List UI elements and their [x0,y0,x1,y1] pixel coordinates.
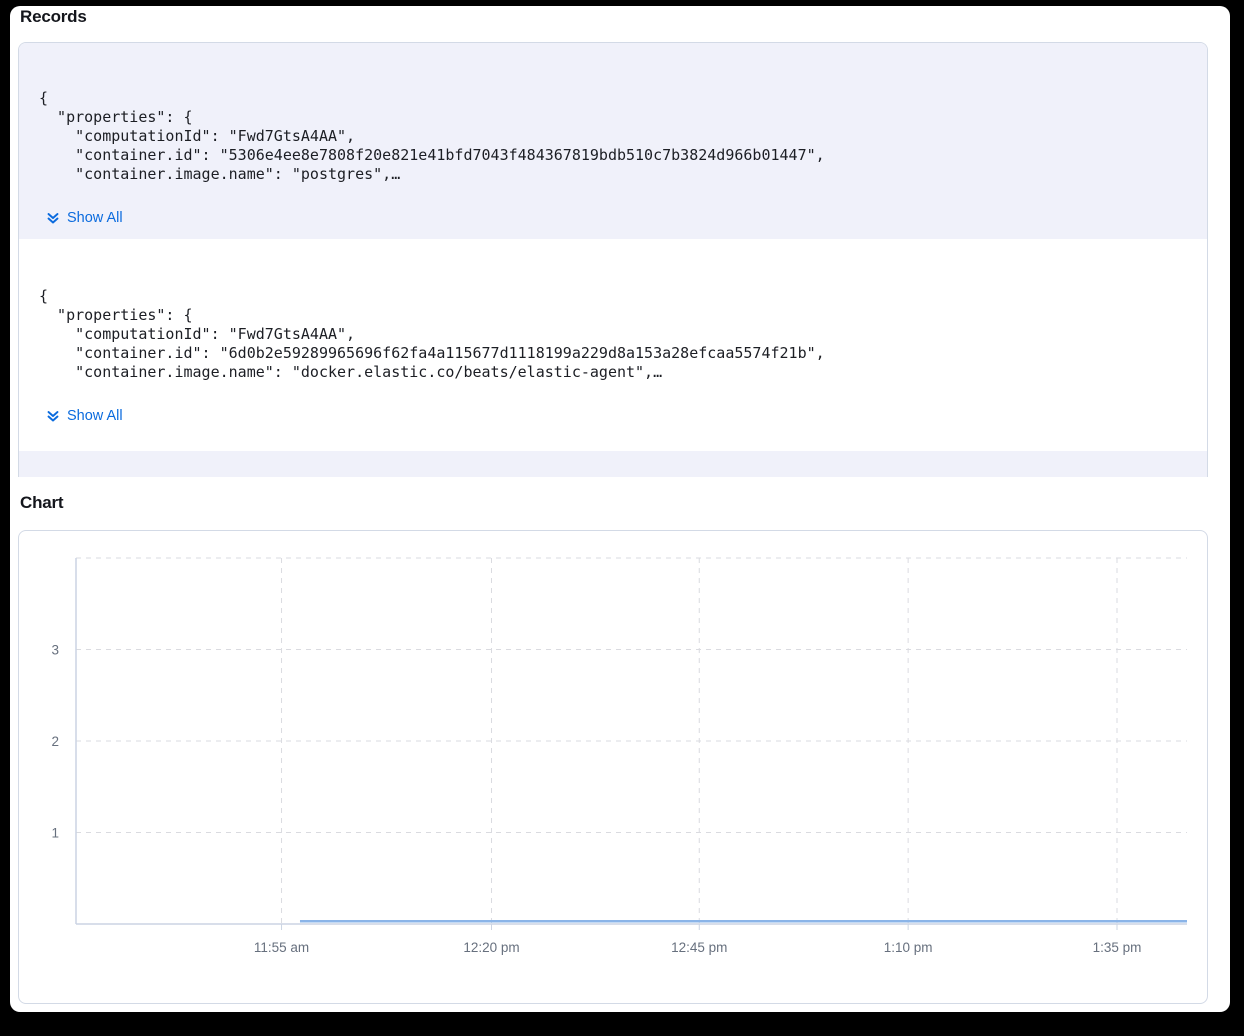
records-panel: { "properties": { "computationId": "Fwd7… [18,42,1208,477]
page-content: Records { "properties": { "computationId… [10,6,1230,1012]
chart-section-title: Chart [20,493,63,513]
svg-text:1:35 pm: 1:35 pm [1093,940,1142,955]
double-chevron-down-icon [47,410,59,422]
chart-canvas[interactable]: 1 2 3 11:55 am 12:20 pm 12:45 pm 1:10 pm 1:35 p… [19,531,1208,1004]
show-all-label: Show All [67,408,123,424]
records-section-title: Records [20,7,87,27]
svg-text:3: 3 [51,643,59,658]
record-row-2: { "properties": { "computationId": "Fwd7… [19,239,1207,451]
svg-text:12:20 pm: 12:20 pm [463,940,519,955]
record-json-preview: { "properties": { "computationId": "Fwd7… [39,287,1207,382]
chart-panel: 1 2 3 11:55 am 12:20 pm 12:45 pm 1:10 pm 1:35 p… [18,530,1208,1004]
record-row-1: { "properties": { "computationId": "Fwd7… [19,43,1207,239]
svg-text:12:45 pm: 12:45 pm [671,940,727,955]
svg-text:2: 2 [51,734,59,749]
record-json-preview: { "properties": { "computationId": "Fwd7… [39,89,1207,184]
record-row-3-clipped [19,451,1207,477]
svg-text:1:10 pm: 1:10 pm [884,940,933,955]
svg-text:1: 1 [51,826,59,841]
svg-text:11:55 am: 11:55 am [254,940,309,955]
show-all-button[interactable]: Show All [47,210,123,226]
show-all-label: Show All [67,210,123,226]
show-all-button[interactable]: Show All [47,408,123,424]
double-chevron-down-icon [47,212,59,224]
